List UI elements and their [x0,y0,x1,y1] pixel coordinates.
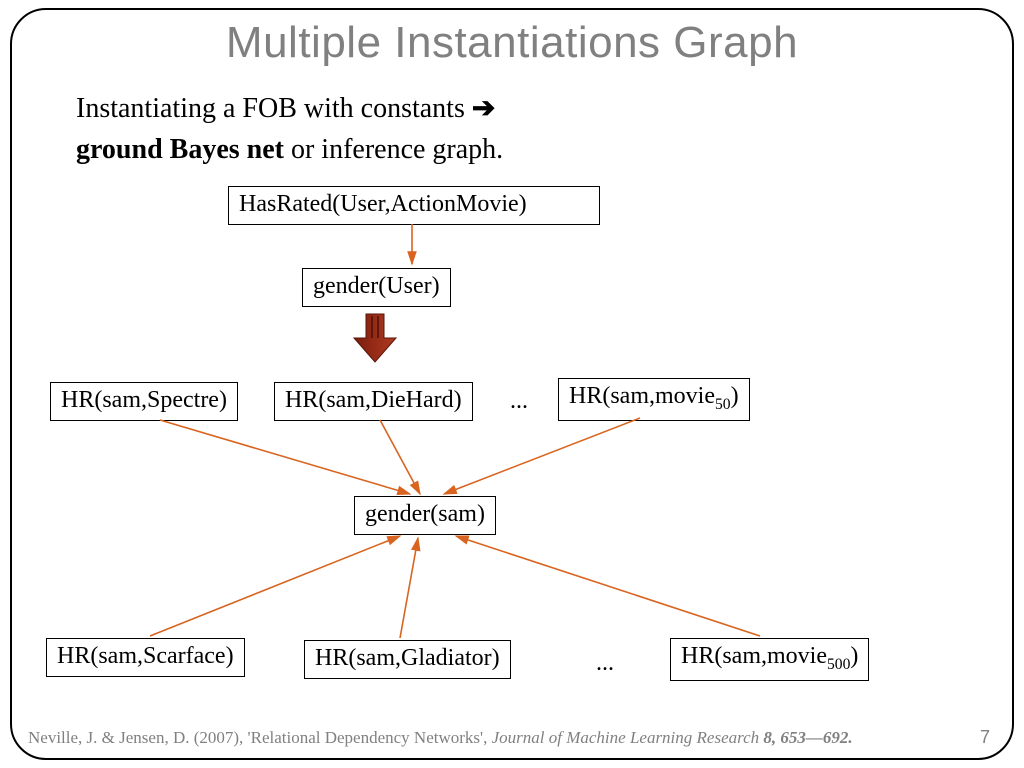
node-hasrated: HasRated(User,ActionMovie) [228,186,600,225]
node-gender-user: gender(User) [302,268,451,307]
page-number: 7 [980,727,990,748]
block-arrow-icon [352,312,398,364]
node-hr-spectre: HR(sam,Spectre) [50,382,238,421]
node-hr-movie500: HR(sam,movie500) [670,638,869,681]
node-hr-diehard: HR(sam,DieHard) [274,382,473,421]
node-hr-movie50: HR(sam,movie50) [558,378,750,421]
node-hr-gladiator: HR(sam,Gladiator) [304,640,511,679]
subtitle-line1: Instantiating a FOB with constants [76,93,472,124]
ellipsis-row2: ... [596,650,614,677]
subtitle-bold: ground Bayes net [76,134,284,165]
ellipsis-row1: ... [510,388,528,415]
arrow-icon: ➔ [472,92,495,123]
node-gender-sam: gender(sam) [354,496,496,535]
slide-title: Multiple Instantiations Graph [0,18,1024,68]
slide-subtitle: Instantiating a FOB with constants ➔ gro… [76,88,964,170]
node-hr-scarface: HR(sam,Scarface) [46,638,245,677]
subtitle-rest: or inference graph. [284,134,503,165]
citation: Neville, J. & Jensen, D. (2007), 'Relati… [28,728,853,748]
